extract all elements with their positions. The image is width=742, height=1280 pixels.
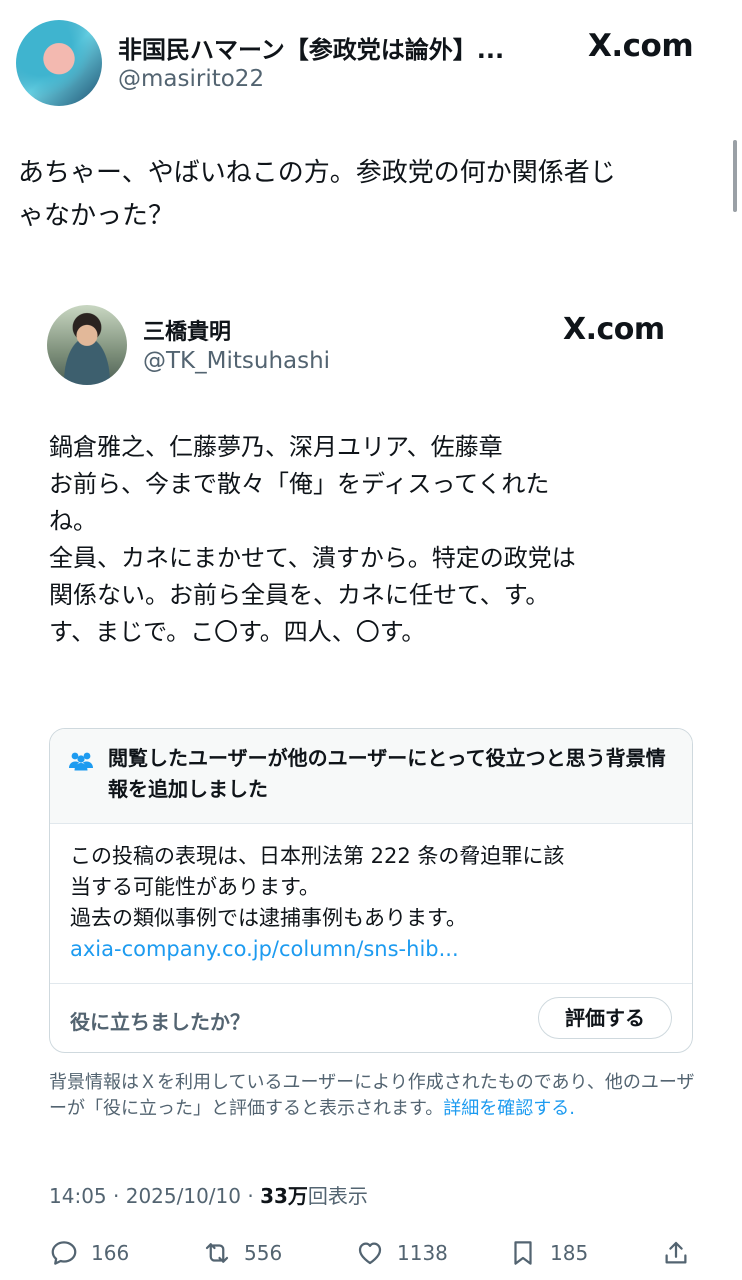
community-note-footer: 役に立ちましたか？ 評価する	[50, 983, 692, 1052]
people-icon	[69, 752, 93, 771]
view-count: 33万	[260, 1184, 308, 1208]
quoted-source-label-text: X.com	[563, 312, 665, 347]
quoted-author-avatar[interactable]	[47, 305, 127, 385]
quoted-text-line: 鍋倉雅之、仁藤夢乃、深月ユリア、佐藤章	[49, 433, 503, 461]
quoted-text-line: お前ら、今まで散々「俺」をディスってくれた	[49, 470, 550, 498]
share-icon	[665, 1241, 687, 1264]
disclaimer-text: 背景情報はＸを利用しているユーザーにより作成されたものであり、他のユーザーが「役…	[49, 1072, 695, 1119]
tweet-text-line: あちゃー、やばいねこの方。参政党の何か関係者じ	[18, 158, 616, 188]
learn-more-link[interactable]: 詳細を確認する.	[443, 1098, 575, 1119]
like-button[interactable]: 1138	[355, 1233, 448, 1273]
quoted-text-line: ね。	[49, 507, 97, 535]
bookmark-button[interactable]: 185	[508, 1233, 588, 1273]
repost-count: 556	[244, 1241, 283, 1265]
quoted-tweet-text: 鍋倉雅之、仁藤夢乃、深月ユリア、佐藤章 お前ら、今まで散々「俺」をディスってくれ…	[49, 429, 709, 651]
quoted-text-line: す、まじで。こ〇す。四人、〇す。	[49, 618, 426, 646]
note-source-link[interactable]: axia-company.co.jp/column/sns-hib...	[70, 934, 670, 965]
heart-icon	[358, 1242, 382, 1265]
quoted-text-line: 関係ない。お前ら全員を、カネに任せて、す。	[49, 581, 550, 609]
note-body-line: この投稿の表現は、日本刑法第 222 条の脅迫罪に該	[70, 844, 565, 868]
tweet-text-line: ゃなかった？	[18, 201, 175, 231]
tweet-date[interactable]: 2025/10/10	[126, 1184, 241, 1208]
reply-icon	[51, 1241, 77, 1265]
note-body-line: 過去の類似事例では逮捕事例もあります。	[70, 906, 467, 930]
meta-separator: ·	[113, 1184, 126, 1208]
rate-note-button[interactable]: 評価する	[538, 997, 672, 1039]
source-label-text: X.com	[588, 28, 694, 64]
repost-icon	[205, 1243, 229, 1263]
community-note-card: 閲覧したユーザーが他のユーザーにとって役立つと思う背景情報を追加しました この投…	[49, 728, 693, 1053]
author-avatar[interactable]	[16, 20, 102, 106]
tweet-text: あちゃー、やばいねこの方。参政党の何か関係者じ ゃなかった？	[18, 152, 718, 238]
tweet-time[interactable]: 14:05	[49, 1184, 107, 1208]
author-name[interactable]: 非国民ハマーン【参政党は論外】...	[118, 30, 504, 65]
share-button[interactable]	[661, 1233, 703, 1273]
quoted-author-name[interactable]: 三橋貴明	[143, 314, 231, 346]
reply-count: 166	[91, 1241, 130, 1265]
view-label: 回表示	[307, 1184, 368, 1208]
community-note-title: 閲覧したユーザーが他のユーザーにとって役立つと思う背景情報を追加しました	[108, 746, 666, 801]
quoted-text-line: 全員、カネにまかせて、潰すから。特定の政党は	[49, 544, 576, 572]
note-body-line: 当する可能性があります。	[70, 875, 320, 899]
like-count: 1138	[397, 1241, 448, 1265]
source-label: X.com	[588, 28, 694, 64]
bookmark-icon	[514, 1241, 532, 1265]
meta-separator: ·	[247, 1184, 261, 1208]
tweet-meta: 14:05 · 2025/10/10 · 33万回表示	[49, 1180, 368, 1209]
repost-button[interactable]: 556	[202, 1233, 282, 1273]
quoted-source-label: X.com	[563, 312, 665, 347]
reply-button[interactable]: 166	[49, 1233, 129, 1273]
scrollbar[interactable]	[733, 140, 737, 212]
quoted-author-handle[interactable]: @TK_Mitsuhashi	[143, 348, 330, 374]
helpful-question: 役に立ちましたか？	[70, 1010, 250, 1034]
bookmark-count: 185	[550, 1241, 589, 1265]
community-note-header: 閲覧したユーザーが他のユーザーにとって役立つと思う背景情報を追加しました	[50, 729, 692, 824]
note-disclaimer: 背景情報はＸを利用しているユーザーにより作成されたものであり、他のユーザーが「役…	[49, 1070, 699, 1122]
author-handle[interactable]: @masirito22	[118, 66, 264, 92]
community-note-body: この投稿の表現は、日本刑法第 222 条の脅迫罪に該 当する可能性があります。 …	[70, 841, 670, 965]
